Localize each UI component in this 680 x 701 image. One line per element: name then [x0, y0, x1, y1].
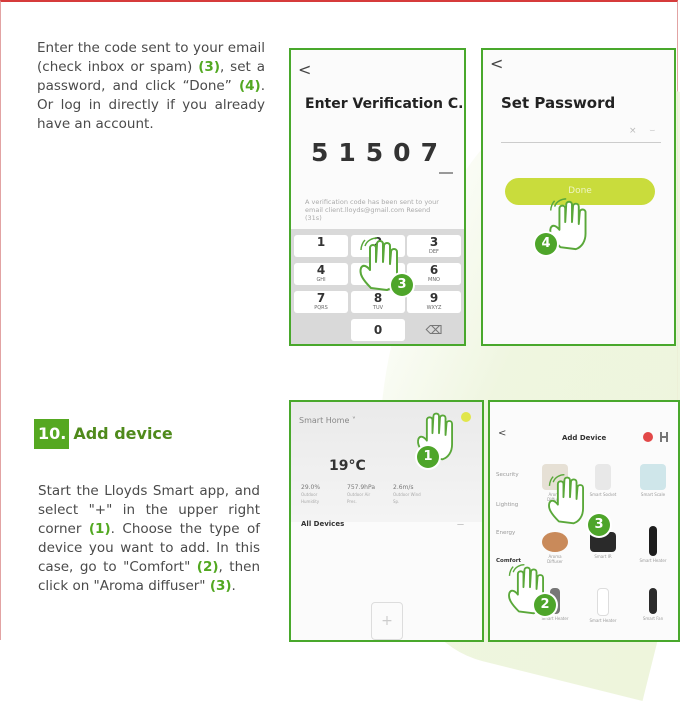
step-badge-2: 2 — [534, 594, 556, 616]
key-9[interactable]: 9 WXYZ — [407, 291, 461, 313]
delete-key-icon[interactable]: ⌫ — [407, 319, 461, 341]
add-device-screenshot: < Add Device Security Lighting Energy Co… — [488, 400, 680, 642]
empty-device-icon: + — [371, 602, 403, 640]
key-4[interactable]: 4 GHI — [294, 263, 348, 285]
key-7[interactable]: 7 PQRS — [294, 291, 348, 313]
step-badge-3-add: 3 — [588, 514, 610, 536]
weather-wind: 2.6m/s Outdoor Wind Sp. — [393, 484, 421, 504]
device-smart-heater[interactable]: Smart Heater — [638, 526, 668, 563]
all-devices-tab[interactable]: All Devices — [301, 520, 344, 528]
back-icon[interactable]: < — [498, 428, 506, 439]
marker-3b: (3) — [209, 578, 232, 594]
weather-humidity: 29.0% Outdoor Humidity — [301, 484, 321, 504]
password-screenshot: < Set Password × ⌣ Done 4 — [481, 48, 676, 346]
marker-3: (3) — [198, 59, 220, 75]
back-icon[interactable]: < — [490, 54, 503, 73]
password-title: Set Password — [501, 94, 616, 112]
verify-title: Enter Verification C... — [305, 96, 466, 112]
category-lighting[interactable]: Lighting — [496, 502, 518, 508]
marker-2: (2) — [196, 559, 219, 575]
verification-screenshot: < Enter Verification C... 51507 A verifi… — [289, 48, 466, 346]
more-icon[interactable]: — — [457, 520, 464, 528]
step-number: 10. — [34, 419, 70, 449]
step-title: Add device — [73, 424, 173, 443]
step-badge-1: 1 — [417, 446, 439, 468]
step-badge-4: 4 — [535, 233, 557, 255]
device-aroma-diffuser-2[interactable]: Aroma Diffuser — [540, 532, 570, 564]
scan-icon[interactable] — [638, 430, 678, 444]
temperature: 19°C — [329, 458, 366, 474]
verification-code: 51507 — [311, 138, 448, 167]
key-1[interactable]: 1 — [294, 235, 348, 257]
category-energy[interactable]: Energy — [496, 530, 515, 536]
code-cursor — [439, 172, 453, 174]
key-0[interactable]: 0 — [351, 319, 405, 341]
marker-4: (4) — [238, 78, 261, 94]
device-smart-fan[interactable]: Smart Fan — [638, 588, 668, 621]
home-screenshot: Smart Home ˅ 19°C 29.0% Outdoor Humidity … — [289, 400, 484, 642]
key-6[interactable]: 6 MNO — [407, 263, 461, 285]
step-heading: 10. Add device — [34, 419, 173, 449]
device-smart-scale[interactable]: Smart Scale — [638, 464, 668, 497]
marker-1: (1) — [88, 521, 111, 537]
device-smart-ir[interactable]: Smart IR — [588, 532, 618, 559]
password-field[interactable] — [501, 142, 661, 143]
add-device-title: Add Device — [562, 434, 607, 442]
verification-instructions: Enter the code sent to your email (check… — [37, 40, 265, 132]
category-security[interactable]: Security — [496, 472, 519, 478]
verification-hint: A verification code has been sent to you… — [305, 198, 439, 222]
step-badge-3: 3 — [391, 274, 413, 296]
back-icon[interactable]: < — [298, 60, 311, 79]
add-device-instructions: Start the Lloyds Smart app, and select "… — [38, 483, 261, 594]
weather-pressure: 757.9hPa Outdoor Air Pres. — [347, 484, 376, 504]
key-3[interactable]: 3 DEF — [407, 235, 461, 257]
home-selector[interactable]: Smart Home ˅ — [299, 416, 356, 425]
password-field-icons: × ⌣ — [629, 126, 661, 136]
device-smart-heater-3[interactable]: Smart Heater — [588, 588, 618, 623]
